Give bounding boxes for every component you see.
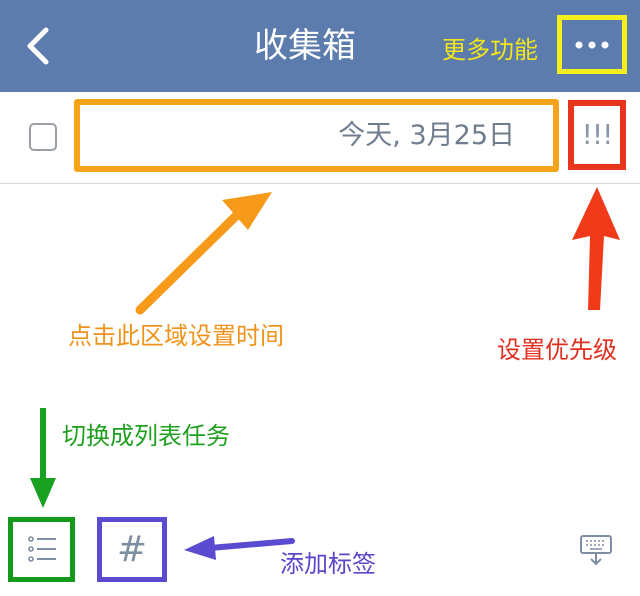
switch-list-annotation: 切换成列表任务 bbox=[62, 422, 230, 450]
time-arrow-icon bbox=[135, 192, 272, 315]
annotation-arrows bbox=[30, 187, 620, 560]
tag-arrow-icon bbox=[184, 536, 295, 560]
priority-arrow-icon bbox=[572, 187, 620, 310]
set-priority-annotation: 设置优先级 bbox=[497, 336, 617, 364]
hash-icon: # bbox=[116, 529, 148, 570]
list-arrow-icon bbox=[30, 408, 56, 508]
keyboard-hide-icon[interactable] bbox=[579, 534, 613, 566]
list-icon bbox=[28, 536, 56, 562]
set-time-annotation: 点击此区域设置时间 bbox=[68, 322, 284, 350]
add-tag-annotation: 添加标签 bbox=[280, 550, 376, 578]
add-tag-button[interactable]: # bbox=[97, 517, 167, 582]
list-mode-button[interactable] bbox=[8, 517, 75, 582]
